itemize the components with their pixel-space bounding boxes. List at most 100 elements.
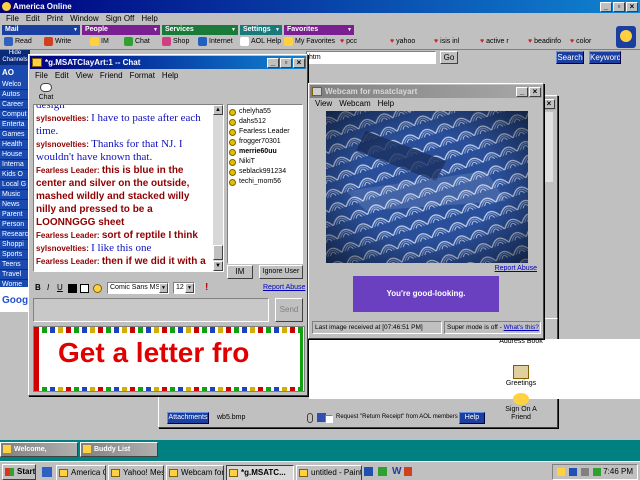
tray-app-icon-2[interactable]	[378, 467, 387, 476]
room-member[interactable]: seblack991234	[229, 167, 301, 177]
channel-shoppi[interactable]: Shoppi	[0, 240, 30, 250]
webcam-menu-webcam[interactable]: Webcam	[339, 98, 370, 109]
aol-menu-edit[interactable]: Edit	[26, 13, 40, 24]
channel-games[interactable]: Games	[0, 130, 30, 140]
bold-icon[interactable]: B	[35, 283, 41, 292]
greetings-button[interactable]: Greetings	[489, 365, 553, 395]
chat-toolbar-button[interactable]: Chat	[35, 82, 57, 104]
sign-on-friend-button[interactable]: Sign On A Friend	[489, 393, 553, 427]
chat-close-icon[interactable]: ×	[293, 58, 305, 68]
mail-help-button[interactable]: Help	[459, 412, 485, 424]
aol-menu-window[interactable]: Window	[70, 13, 98, 24]
favorite-beadinfo[interactable]: ♥ beadinfo	[528, 36, 561, 48]
channel-music[interactable]: Music	[0, 190, 30, 200]
report-abuse-link[interactable]: Report Abuse	[263, 284, 305, 291]
toolbar-group-settings[interactable]: Settings ▼	[240, 25, 282, 35]
channels-header[interactable]: Hide Channels	[0, 50, 30, 65]
room-member[interactable]: NikiT	[229, 157, 301, 167]
channel-interna[interactable]: Interna	[0, 160, 30, 170]
channel-news[interactable]: News	[0, 200, 30, 210]
tray-app-icon-1[interactable]	[364, 467, 373, 476]
scroll-up-icon[interactable]: ▲	[213, 105, 223, 115]
channel-travel[interactable]: Travel	[0, 270, 30, 280]
chat-titlebar[interactable]: *g.MSATClayArt:1 -- Chat	[30, 56, 306, 69]
taskbar-item-g-msatc[interactable]: *g.MSATC...	[226, 465, 294, 480]
channel-kids-o[interactable]: Kids O	[0, 170, 30, 180]
search-button[interactable]: Search	[556, 51, 584, 64]
room-member[interactable]: frogger70301	[229, 137, 301, 147]
word-icon[interactable]: W	[392, 466, 401, 477]
im-button[interactable]: IM	[227, 265, 253, 279]
scroll-down-icon[interactable]: ▼	[213, 261, 223, 271]
minimized-window-welcome[interactable]: Welcome,	[0, 442, 78, 457]
chat-menu-friend[interactable]: Friend	[100, 70, 123, 81]
channel-researc[interactable]: Researc	[0, 230, 30, 240]
room-member[interactable]: dahs512	[229, 117, 301, 127]
chat-menu-format[interactable]: Format	[130, 70, 155, 81]
chat-minimize-icon[interactable]: _	[267, 58, 279, 68]
close-icon[interactable]: ×	[626, 2, 638, 12]
start-button[interactable]: Start	[2, 464, 36, 480]
toolbar-button-write[interactable]: Write	[44, 36, 71, 48]
taskbar-item-yahoo-mess[interactable]: Yahoo! Mess...	[108, 465, 164, 480]
paperclip-icon[interactable]	[307, 413, 313, 423]
chat-menu-view[interactable]: View	[76, 70, 93, 81]
tray-icon-monitor[interactable]	[569, 468, 577, 476]
tray-app-icon-3[interactable]	[404, 467, 412, 476]
toolbar-group-people[interactable]: People ▼	[82, 25, 160, 35]
toolbar-button-read[interactable]: Read	[4, 36, 32, 48]
favorite-active-r[interactable]: ♥ active r	[480, 36, 509, 48]
font-select[interactable]: Comic Sans MS ▼	[107, 282, 169, 294]
toolbar-button-shop[interactable]: Shop	[162, 36, 189, 48]
taskbar-item-untitled-paint[interactable]: untitled - Paint	[296, 465, 362, 480]
aol-menu-help[interactable]: Help	[141, 13, 157, 24]
channel-comput[interactable]: Comput	[0, 110, 30, 120]
banner-ad[interactable]: Get a letter fro	[33, 326, 305, 392]
webcam-report-abuse-link[interactable]: Report Abuse	[495, 265, 537, 272]
channel-sports[interactable]: Sports	[0, 250, 30, 260]
scroll-thumb[interactable]	[213, 245, 223, 260]
toolbar-button-im[interactable]: IM	[90, 36, 109, 48]
address-book-button[interactable]: Address Book	[489, 335, 553, 365]
minimized-window-buddy-list[interactable]: Buddy List	[80, 442, 158, 457]
channel-house[interactable]: House	[0, 150, 30, 160]
webcam-ad[interactable]: You're good-looking.	[353, 276, 499, 312]
toolbar-group-mail[interactable]: Mail ▼	[2, 25, 80, 35]
underline-icon[interactable]: U	[57, 283, 63, 292]
webcam-minimize-icon[interactable]: _	[516, 87, 528, 97]
aol-menu-file[interactable]: File	[6, 13, 19, 24]
toolbar-group-favorites[interactable]: Favorites ▼	[284, 25, 354, 35]
webcam-menu-help[interactable]: Help	[378, 98, 394, 109]
whats-this-link[interactable]: What's this?	[504, 324, 539, 331]
toolbar-button-aol-help[interactable]: AOL Help	[240, 36, 281, 48]
favorite-yahoo[interactable]: ♥ yahoo	[390, 36, 415, 48]
favorite-isis-inl[interactable]: ♥ isis inl	[434, 36, 459, 48]
taskbar-item-webcam-for[interactable]: Webcam for ...	[166, 465, 224, 480]
channel-teens[interactable]: Teens	[0, 260, 30, 270]
toolbar-button-my-favorites[interactable]: My Favorites	[284, 36, 335, 48]
channel-parent[interactable]: Parent	[0, 210, 30, 220]
italic-icon[interactable]: I	[47, 283, 49, 292]
chat-transcript[interactable]: design sylsnovelties: I have to paste aft…	[33, 104, 224, 272]
transcript-scrollbar[interactable]: ▲ ▼	[213, 105, 223, 271]
tray-icon-network[interactable]	[557, 468, 565, 476]
room-member[interactable]: Fearless Leader	[229, 127, 301, 137]
chat-maximize-icon[interactable]: ▫	[280, 58, 292, 68]
chat-menu-edit[interactable]: Edit	[55, 70, 69, 81]
mail-body[interactable]	[309, 339, 640, 399]
attachments-button[interactable]: Attachments	[167, 412, 209, 424]
channel-person[interactable]: Person	[0, 220, 30, 230]
channel-local-g[interactable]: Local G	[0, 180, 30, 190]
channel-enterta[interactable]: Enterta	[0, 120, 30, 130]
bg-color-icon[interactable]	[80, 284, 89, 293]
minimize-icon[interactable]: _	[600, 2, 612, 12]
maximize-icon[interactable]: ▫	[613, 2, 625, 12]
return-receipt-checkbox[interactable]	[325, 415, 333, 423]
address-input[interactable]: htm	[306, 51, 436, 64]
channel-health[interactable]: Health	[0, 140, 30, 150]
clock[interactable]: 7:46 PM	[603, 467, 633, 476]
room-members-list[interactable]: chelyha55 dahs512 Fearless Leader frogger70…	[227, 104, 303, 264]
send-button[interactable]: Send	[275, 298, 303, 322]
taskbar-item-america-onli[interactable]: America Onli...	[56, 465, 106, 480]
alert-icon[interactable]: !	[205, 282, 208, 293]
